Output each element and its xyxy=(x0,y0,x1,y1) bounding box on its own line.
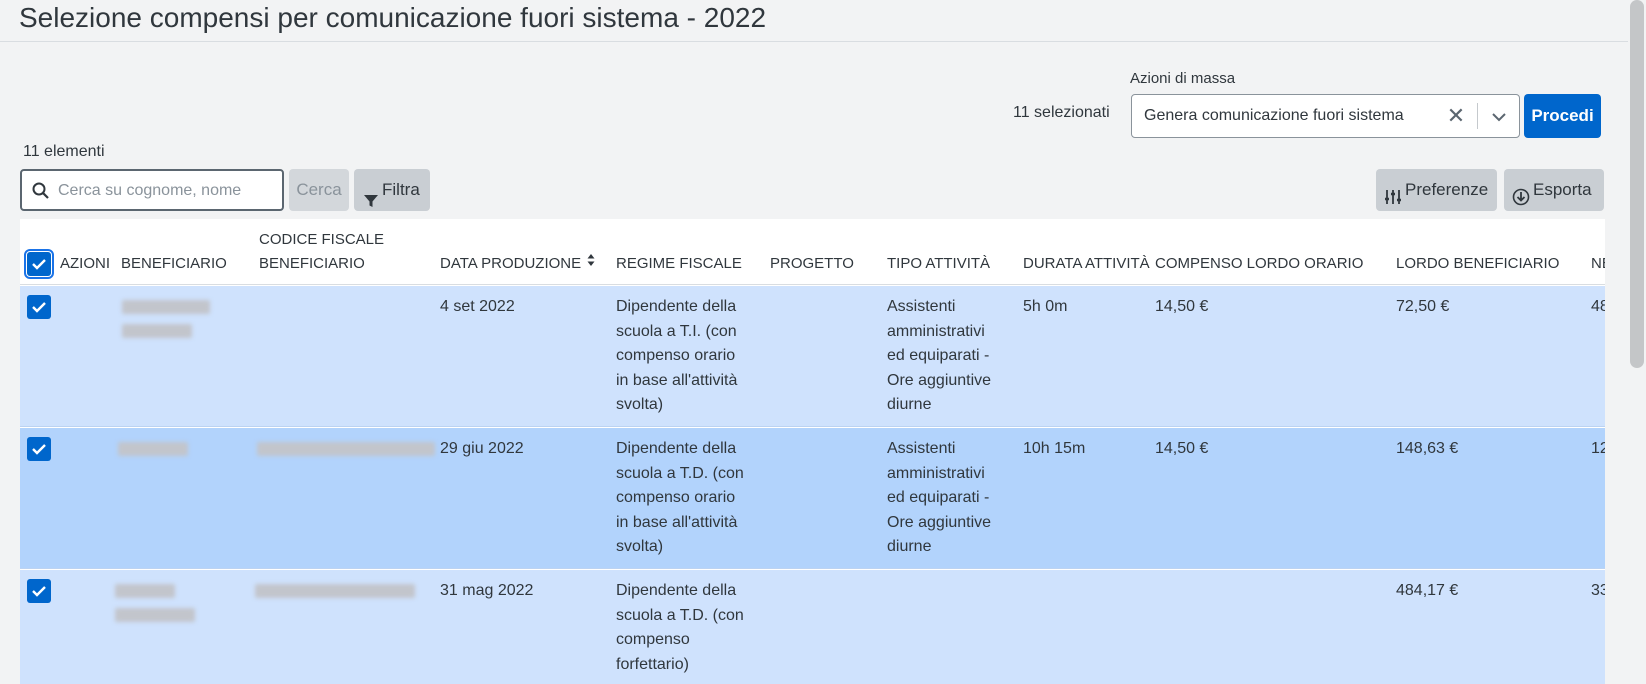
redacted-codice-fiscale xyxy=(257,442,435,456)
cell-data-produzione: 29 giu 2022 xyxy=(440,440,524,457)
row-checkbox[interactable] xyxy=(27,579,51,603)
col-netto[interactable]: NE xyxy=(1591,252,1605,276)
cell-lordo-beneficiario: 148,63 € xyxy=(1396,440,1459,457)
redacted-name xyxy=(115,584,175,598)
cell-durata: 5h 0m xyxy=(1023,298,1068,315)
items-count: 11 elementi xyxy=(23,143,105,160)
mass-actions-label: Azioni di massa xyxy=(1130,70,1236,87)
col-codice-fiscale-line2: BENEFICIARIO xyxy=(259,255,365,272)
scrollbar-thumb[interactable] xyxy=(1630,0,1644,368)
cell-data-produzione: 31 mag 2022 xyxy=(440,582,534,599)
selected-count: 11 selezionati xyxy=(1013,104,1110,121)
sliders-icon xyxy=(1384,180,1402,205)
col-durata-attivita[interactable]: DURATA ATTIVITÀ xyxy=(1023,252,1150,276)
search-input[interactable] xyxy=(58,179,258,203)
chevron-down-icon[interactable] xyxy=(1487,105,1511,129)
redacted-name xyxy=(122,300,210,314)
redacted-name xyxy=(115,608,195,622)
table-row[interactable]: 4 set 2022 Dipendente della scuola a T.I… xyxy=(20,286,1605,427)
sort-icon[interactable] xyxy=(587,251,595,275)
procedi-button[interactable]: Procedi xyxy=(1524,94,1601,138)
cell-regime-fiscale: Dipendente della scuola a T.D. (con comp… xyxy=(616,582,744,673)
col-regime-fiscale[interactable]: REGIME FISCALE xyxy=(616,252,742,276)
cell-regime-fiscale: Dipendente della scuola a T.D. (con comp… xyxy=(616,440,744,555)
cell-lordo-beneficiario: 72,50 € xyxy=(1396,298,1450,315)
cell-compenso-orario: 14,50 € xyxy=(1155,298,1209,315)
redacted-codice-fiscale xyxy=(255,584,415,598)
mass-actions-selected-value: Genera comunicazione fuori sistema xyxy=(1144,107,1404,124)
cell-tipo-attivita: Assistenti amministrativi ed equiparati … xyxy=(887,298,992,413)
vertical-scrollbar[interactable] xyxy=(1628,0,1646,684)
export-button[interactable]: Esporta xyxy=(1504,169,1604,211)
col-beneficiario[interactable]: BENEFICIARIO xyxy=(121,252,227,276)
cell-data-produzione: 4 set 2022 xyxy=(440,298,515,315)
select-all-checkbox[interactable] xyxy=(24,249,54,279)
col-tipo-attivita[interactable]: TIPO ATTIVITÀ xyxy=(887,252,990,276)
col-lordo-beneficiario[interactable]: LORDO BENEFICIARIO xyxy=(1396,252,1559,276)
export-button-label: Esporta xyxy=(1533,180,1592,199)
download-icon xyxy=(1512,180,1530,206)
redacted-name xyxy=(122,324,192,338)
table-row[interactable]: 31 mag 2022 Dipendente della scuola a T.… xyxy=(20,570,1605,684)
page-title: Selezione compensi per comunicazione fuo… xyxy=(19,2,767,33)
compensi-table: AZIONI BENEFICIARIO CODICE FISCALE BENEF… xyxy=(20,219,1605,684)
table-header: AZIONI BENEFICIARIO CODICE FISCALE BENEF… xyxy=(20,219,1605,285)
col-codice-fiscale[interactable]: CODICE FISCALE xyxy=(259,228,384,252)
col-progetto[interactable]: PROGETTO xyxy=(770,252,854,276)
cell-tipo-attivita: Assistenti amministrativi ed equiparati … xyxy=(887,440,992,555)
preferences-button[interactable]: Preferenze xyxy=(1376,169,1497,211)
cell-compenso-orario: 14,50 € xyxy=(1155,440,1209,457)
search-button[interactable]: Cerca xyxy=(289,169,349,211)
cell-netto: 33 xyxy=(1591,582,1605,599)
cell-netto: 12 xyxy=(1591,440,1605,457)
cell-lordo-beneficiario: 484,17 € xyxy=(1396,582,1459,599)
filter-button[interactable]: Filtra xyxy=(354,169,430,211)
cell-regime-fiscale: Dipendente della scuola a T.I. (con comp… xyxy=(616,298,738,413)
page: Selezione compensi per comunicazione fuo… xyxy=(0,0,1646,684)
row-checkbox[interactable] xyxy=(27,295,51,319)
redacted-name xyxy=(118,442,188,456)
filter-button-label: Filtra xyxy=(382,180,420,199)
search-field[interactable] xyxy=(20,169,284,211)
select-separator xyxy=(1477,103,1478,129)
row-checkbox[interactable] xyxy=(27,437,51,461)
mass-actions-select[interactable]: Genera comunicazione fuori sistema ✕ xyxy=(1131,94,1520,138)
col-data-produzione-label: DATA PRODUZIONE xyxy=(440,255,582,272)
col-data-produzione[interactable]: DATA PRODUZIONE xyxy=(440,252,595,276)
col-azioni: AZIONI xyxy=(60,255,111,272)
cell-durata: 10h 15m xyxy=(1023,440,1086,457)
search-icon xyxy=(31,181,51,201)
col-compenso-lordo-orario[interactable]: COMPENSO LORDO ORARIO xyxy=(1155,252,1363,276)
cell-netto: 48 xyxy=(1591,298,1605,315)
table-row[interactable]: 29 giu 2022 Dipendente della scuola a T.… xyxy=(20,428,1605,569)
preferences-button-label: Preferenze xyxy=(1405,180,1489,199)
clear-icon[interactable]: ✕ xyxy=(1444,103,1468,129)
page-header: Selezione compensi per comunicazione fuo… xyxy=(0,0,1628,42)
filter-icon xyxy=(364,182,378,208)
